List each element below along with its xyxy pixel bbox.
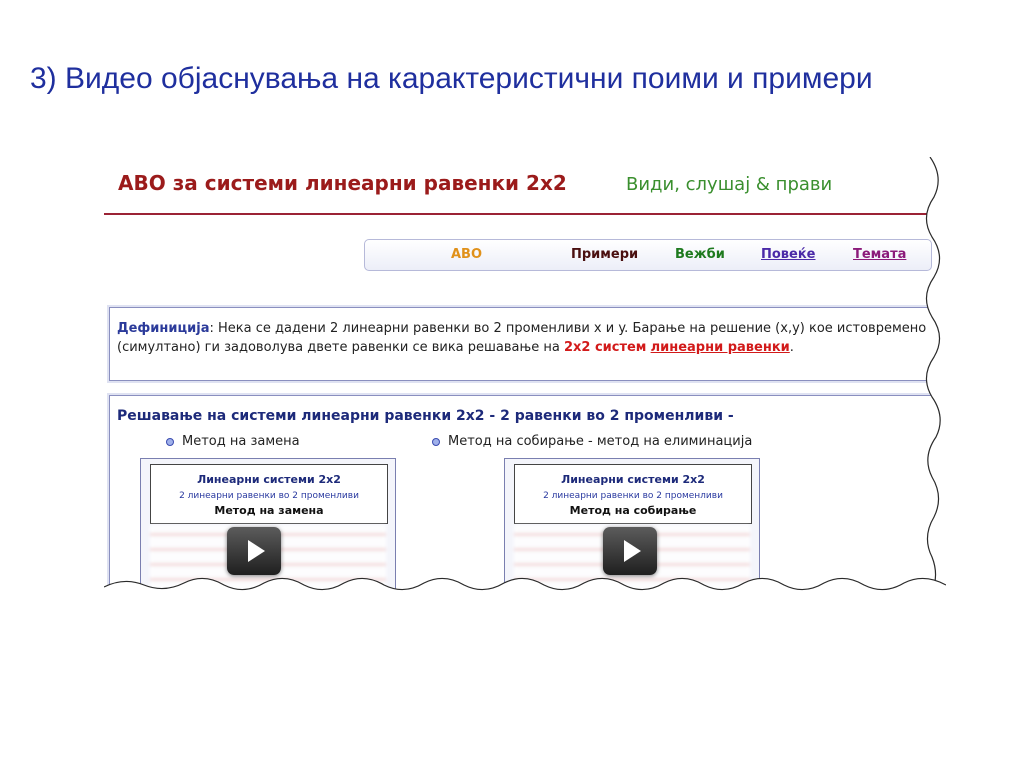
nav-item-avo[interactable]: АВО (451, 247, 482, 262)
video-title: Линеарни системи 2x2 (561, 473, 705, 486)
definition-highlight: 2x2 систем (563, 340, 647, 355)
video-title: Линеарни системи 2x2 (197, 473, 341, 486)
definition-body: : Нека се дадени 2 линеарни равенки во 2… (117, 321, 927, 355)
nav-bar: АВО Примери Вежби Повеќе Темата (364, 239, 932, 271)
method-item-elimination[interactable]: Метод на собирање - метод на елиминација (432, 434, 752, 449)
method-label: Метод на замена (182, 434, 300, 449)
video-thumbnail-substitution[interactable]: Линеарни системи 2x2 2 линеарни равенки … (140, 458, 396, 597)
bullet-icon (166, 437, 174, 446)
video-method: Метод на замена (214, 504, 324, 517)
definition-link[interactable]: линеарни равенки (651, 340, 790, 355)
slide-title: 3) Видео објаснувања на карактеристични … (30, 62, 873, 95)
video-subtitle: 2 линеарни равенки во 2 променливи (179, 491, 359, 501)
video-subtitle: 2 линеарни равенки во 2 променливи (543, 491, 723, 501)
site-tagline: Види, слушај & прави (626, 174, 833, 195)
solving-box: Решавање на системи линеарни равенки 2x2… (109, 395, 943, 597)
definition-end: . (789, 340, 794, 355)
play-icon[interactable] (227, 527, 281, 575)
nav-item-primeri[interactable]: Примери (571, 247, 638, 262)
definition-term: Дефиниција (117, 321, 210, 336)
site-header: АВО за системи линеарни равенки 2x2 Види… (104, 157, 946, 215)
video-thumbnail-elimination[interactable]: Линеарни системи 2x2 2 линеарни равенки … (504, 458, 760, 597)
video-title-card: Линеарни системи 2x2 2 линеарни равенки … (150, 464, 388, 524)
video-method: Метод на собирање (569, 504, 697, 517)
definition-box: Дефиниција: Нека се дадени 2 линеарни ра… (109, 307, 943, 381)
play-icon[interactable] (603, 527, 657, 575)
method-label: Метод на собирање - метод на елиминација (448, 434, 753, 449)
nav-item-vezbi[interactable]: Вежби (675, 247, 725, 262)
solving-heading: Решавање на системи линеарни равенки 2x2… (117, 408, 734, 424)
bullet-icon (432, 437, 440, 446)
website-screenshot: АВО за системи линеарни равенки 2x2 Види… (104, 157, 946, 597)
site-title: АВО за системи линеарни равенки 2x2 (118, 171, 567, 195)
method-item-substitution[interactable]: Метод на замена (166, 434, 300, 449)
video-title-card: Линеарни системи 2x2 2 линеарни равенки … (514, 464, 752, 524)
definition-text: Дефиниција: Нека се дадени 2 линеарни ра… (117, 319, 935, 357)
nav-item-poveke[interactable]: Повеќе (761, 247, 816, 262)
nav-item-temata[interactable]: Темата (853, 247, 906, 262)
